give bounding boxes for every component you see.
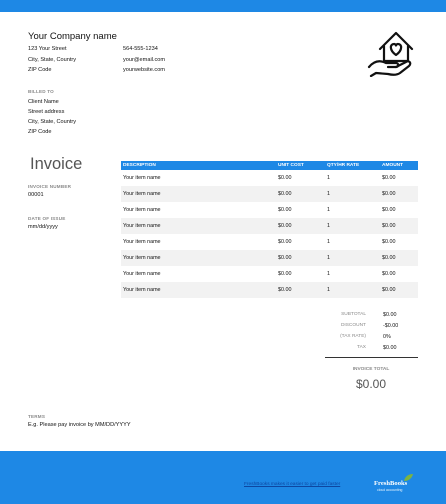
item-amount: $0.00 <box>380 282 418 298</box>
table-row: Your item name $0.00 1 $0.00 <box>121 186 418 202</box>
item-description: Your item name <box>123 207 161 213</box>
invoice-title: Invoice <box>30 155 83 173</box>
terms-label: TERMS <box>28 414 46 419</box>
table-row: Your item name $0.00 1 $0.00 <box>121 282 418 298</box>
item-description: Your item name <box>123 175 161 181</box>
client-name: Client Name <box>28 99 59 105</box>
discount-label: DISCOUNT <box>340 323 366 328</box>
item-qty: 1 <box>325 250 380 266</box>
header-amount: AMOUNT <box>380 161 418 170</box>
table-row: Your item name $0.00 1 $0.00 <box>121 234 418 250</box>
invoice-number: 00001 <box>28 192 44 198</box>
item-description: Your item name <box>123 239 161 245</box>
header-description: DESCRIPTION <box>121 161 276 170</box>
invoice-total-label: INVOICE TOTAL <box>352 367 390 372</box>
company-name: Your Company name <box>28 31 117 42</box>
tax-rate-value: 0% <box>383 334 391 340</box>
table-row: Your item name $0.00 1 $0.00 <box>121 170 418 186</box>
invoice-number-label: INVOICE NUMBER <box>28 184 72 189</box>
invoice-total-value: $0.00 <box>355 377 387 391</box>
item-description: Your item name <box>121 186 276 202</box>
item-qty: 1 <box>325 218 380 234</box>
address-city: City, State, Country <box>28 56 77 63</box>
item-unit-cost: $0.00 <box>278 175 292 181</box>
header-qty-rate: QTY/HR RATE <box>325 161 380 170</box>
line-items-table: DESCRIPTION UNIT COST QTY/HR RATE AMOUNT… <box>121 161 418 298</box>
item-description: Your item name <box>121 250 276 266</box>
table-row: Your item name $0.00 1 $0.00 <box>121 202 418 218</box>
address-street: 123 Your Street <box>28 46 67 52</box>
item-unit-cost: $0.00 <box>276 186 325 202</box>
contact-email: your@email.com <box>123 56 166 63</box>
table-header-row: DESCRIPTION UNIT COST QTY/HR RATE AMOUNT <box>121 161 418 170</box>
billed-to-block: Client Name Street address City, State, … <box>28 97 76 137</box>
item-qty: 1 <box>327 175 330 181</box>
item-unit-cost: $0.00 <box>278 271 292 277</box>
header-band <box>0 0 446 12</box>
discount-value: -$0.00 <box>383 323 399 329</box>
subtotal-label: SUBTOTAL <box>341 312 366 317</box>
freshbooks-brand: FreshBooks <box>374 480 408 487</box>
subtotal-value: $0.00 <box>383 312 397 318</box>
freshbooks-logo[interactable]: FreshBooks cloud accounting <box>374 473 416 495</box>
summary-divider <box>325 357 418 358</box>
item-amount: $0.00 <box>380 186 418 202</box>
item-unit-cost: $0.00 <box>278 239 292 245</box>
date-of-issue: mm/dd/yyyy <box>28 224 58 230</box>
item-qty: 1 <box>327 207 330 213</box>
item-qty: 1 <box>327 271 330 277</box>
item-qty: 1 <box>327 239 330 245</box>
table-row: Your item name $0.00 1 $0.00 <box>121 266 418 282</box>
tax-value: $0.00 <box>383 345 397 351</box>
item-unit-cost: $0.00 <box>278 207 292 213</box>
item-unit-cost: $0.00 <box>276 282 325 298</box>
house-heart-in-hand-icon <box>367 31 414 77</box>
client-street: Street address <box>28 109 65 115</box>
freshbooks-promo-link[interactable]: FreshBooks makes it easier to get paid f… <box>244 482 340 487</box>
company-contact: 564-555-1234 your@email.com yourwebsite.… <box>123 44 165 76</box>
item-qty: 1 <box>325 282 380 298</box>
tax-label: TAX <box>357 345 366 350</box>
contact-phone: 564-555-1234 <box>123 46 158 52</box>
tax-rate-label: (TAX RATE) <box>340 334 366 339</box>
item-amount: $0.00 <box>380 218 418 234</box>
client-zip: ZIP Code <box>28 129 52 135</box>
billed-to-label: BILLED TO <box>28 89 54 94</box>
company-address: 123 Your Street City, State, Country ZIP… <box>28 44 76 76</box>
date-of-issue-label: DATE OF ISSUE <box>28 216 66 221</box>
item-description: Your item name <box>121 218 276 234</box>
address-zip: ZIP Code <box>28 67 52 73</box>
contact-website: yourwebsite.com <box>123 67 165 73</box>
item-amount: $0.00 <box>382 271 396 277</box>
freshbooks-tagline: cloud accounting <box>377 488 403 492</box>
header-unit-cost: UNIT COST <box>276 161 325 170</box>
terms-text: E.g. Please pay invoice by MM/DD/YYYY <box>28 422 131 428</box>
item-amount: $0.00 <box>382 207 396 213</box>
item-description: Your item name <box>121 282 276 298</box>
item-description: Your item name <box>123 271 161 277</box>
client-city: City, State, Country <box>28 119 77 125</box>
table-row: Your item name $0.00 1 $0.00 <box>121 218 418 234</box>
item-amount: $0.00 <box>382 175 396 181</box>
table-row: Your item name $0.00 1 $0.00 <box>121 250 418 266</box>
item-unit-cost: $0.00 <box>276 250 325 266</box>
item-amount: $0.00 <box>382 239 396 245</box>
item-unit-cost: $0.00 <box>276 218 325 234</box>
item-amount: $0.00 <box>380 250 418 266</box>
item-qty: 1 <box>325 186 380 202</box>
